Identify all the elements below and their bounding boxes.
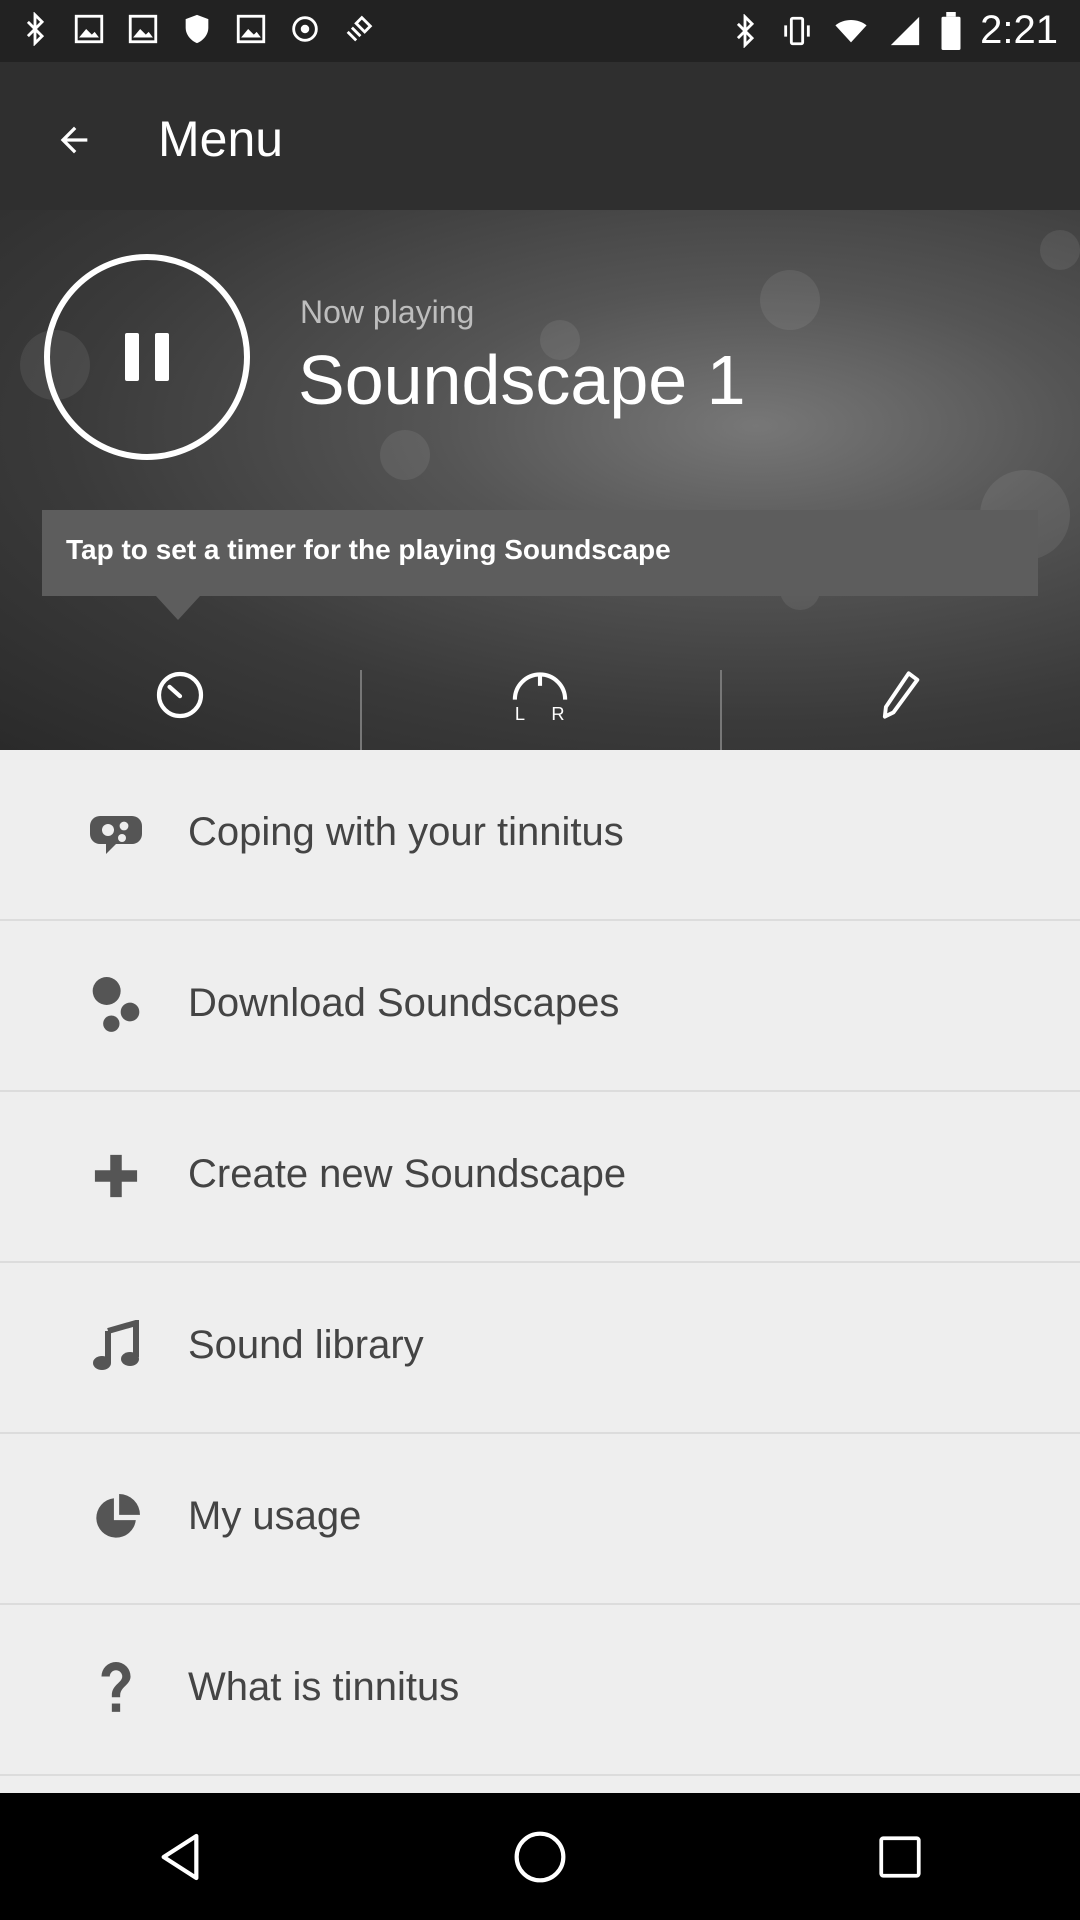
shield-icon — [185, 14, 209, 44]
pause-icon — [125, 333, 169, 381]
photo-icon — [236, 14, 266, 44]
satellite-icon — [346, 15, 373, 42]
soundscape-title: Soundscape 1 — [298, 341, 746, 419]
menu-item-label: My usage — [188, 1494, 362, 1538]
home-icon — [514, 1831, 566, 1882]
wifi-icon — [835, 19, 867, 42]
balance-button[interactable]: L R — [360, 640, 720, 750]
now-playing-label: Now playing — [300, 294, 475, 330]
page-title: Menu — [158, 111, 284, 167]
nav-recents-button[interactable] — [840, 1807, 960, 1907]
bluetooth-icon — [26, 12, 45, 46]
pie-chart-icon — [84, 1486, 148, 1550]
edit-button[interactable] — [720, 640, 1080, 750]
tooltip-text: Tap to set a timer for the playing Sound… — [66, 534, 671, 565]
menu-item-sound-library[interactable]: Sound library — [0, 1263, 1080, 1434]
menu-item-coping[interactable]: Coping with your tinnitus — [0, 750, 1080, 921]
menu-item-my-usage[interactable]: My usage — [0, 1434, 1080, 1605]
bubbles-icon — [84, 973, 148, 1037]
system-nav-bar — [0, 1793, 1080, 1920]
arrow-back-icon — [60, 126, 88, 154]
left-right-balance-icon: L R — [512, 672, 568, 723]
menu-item-label: Coping with your tinnitus — [188, 810, 624, 854]
timer-icon — [156, 671, 204, 719]
pause-button[interactable] — [44, 254, 250, 460]
signal-icon — [890, 16, 920, 45]
status-right-icons: 2:21 — [728, 8, 1058, 53]
svg-text:R: R — [551, 703, 564, 723]
brain-gears-icon — [84, 802, 148, 866]
question-icon — [84, 1657, 148, 1721]
battery-icon — [941, 11, 961, 50]
photo-icon — [128, 14, 158, 44]
status-time: 2:21 — [980, 8, 1058, 52]
action-bar: L R — [0, 640, 1080, 750]
status-bar: 2:21 — [0, 0, 1080, 62]
app-bar: Menu — [0, 62, 1080, 210]
svg-text:L: L — [515, 703, 525, 723]
nav-home-button[interactable] — [480, 1807, 600, 1907]
tooltip-arrow — [156, 596, 200, 620]
status-left-icons — [18, 12, 376, 46]
nav-back-button[interactable] — [120, 1807, 240, 1907]
now-playing-panel: Now playing Soundscape 1 Tap to set a ti… — [0, 210, 1080, 750]
menu-item-label: Create new Soundscape — [188, 1152, 627, 1196]
menu-item-download[interactable]: Download Soundscapes — [0, 921, 1080, 1092]
menu-item-label: Sound library — [188, 1323, 424, 1367]
menu-list: Coping with your tinnitus Download Sound… — [0, 750, 1080, 1793]
menu-item-label: What is tinnitus — [188, 1665, 460, 1709]
menu-item-label: Download Soundscapes — [188, 981, 620, 1025]
music-note-icon — [84, 1315, 148, 1379]
back-icon — [161, 1833, 199, 1880]
photo-icon — [74, 14, 104, 44]
menu-item-what-is-tinnitus[interactable]: What is tinnitus — [0, 1605, 1080, 1776]
bluetooth-icon — [737, 13, 755, 48]
plus-icon — [84, 1144, 148, 1208]
menu-item-create[interactable]: Create new Soundscape — [0, 1092, 1080, 1263]
back-button[interactable] — [40, 106, 108, 174]
recents-icon — [879, 1835, 921, 1878]
circle-icon — [292, 16, 318, 42]
timer-button[interactable] — [0, 640, 360, 750]
pencil-icon — [882, 671, 920, 719]
timer-tooltip: Tap to set a timer for the playing Sound… — [42, 510, 1038, 620]
vibrate-icon — [784, 16, 810, 45]
